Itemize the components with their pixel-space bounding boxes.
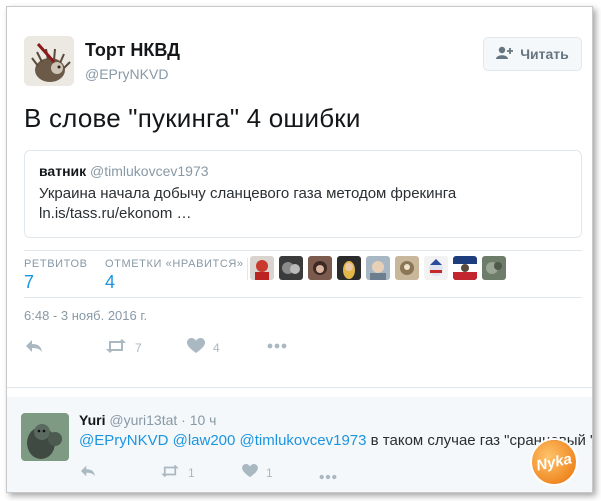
reply-tweet[interactable]: Yuri @yuri13tat · 10 ч @EPryNKVD @law200… <box>7 397 592 492</box>
reply-button[interactable] <box>79 464 97 481</box>
avatar[interactable] <box>395 256 419 280</box>
like-button[interactable]: 1 <box>242 464 273 481</box>
reply-text: @EPryNKVD @law200 @timlukovcev1973 в так… <box>79 432 592 449</box>
reply-author-name[interactable]: Yuri <box>79 412 105 428</box>
author-name[interactable]: Торт НКВД <box>85 40 180 61</box>
mention-link[interactable]: @timlukovcev1973 <box>240 432 367 449</box>
reply-author-handle[interactable]: @yuri13tat <box>109 412 177 428</box>
heart-icon <box>242 464 258 481</box>
more-icon <box>267 338 287 352</box>
reply-icon <box>24 338 44 357</box>
avatar[interactable] <box>250 256 274 280</box>
author-avatar[interactable] <box>24 36 74 86</box>
tweet-timestamp[interactable]: 6:48 - 3 нояб. 2016 г. <box>24 308 147 323</box>
stats-separator <box>247 258 248 280</box>
like-button[interactable]: 4 <box>187 338 220 357</box>
retweet-count: 7 <box>135 340 142 355</box>
likes-label: ОТМЕТКИ «НРАВИТСЯ» <box>105 258 244 270</box>
avatar[interactable] <box>482 256 506 280</box>
quoted-author-handle: @timlukovcev1973 <box>90 163 209 179</box>
divider <box>24 250 582 251</box>
avatar[interactable] <box>279 256 303 280</box>
more-button[interactable] <box>267 338 287 352</box>
like-count: 4 <box>213 340 220 355</box>
quoted-author-name: ватник <box>39 163 87 179</box>
retweet-button[interactable]: 7 <box>105 338 142 357</box>
avatar[interactable] <box>337 256 361 280</box>
reply-header: Yuri @yuri13tat · 10 ч <box>79 412 216 428</box>
retweets-count[interactable]: 7 <box>24 272 34 293</box>
avatar[interactable] <box>366 256 390 280</box>
quoted-tweet[interactable]: ватник @timlukovcev1973 Украина начала д… <box>24 150 582 238</box>
reply-icon <box>79 464 97 481</box>
reply-time[interactable]: · 10 ч <box>181 412 216 428</box>
retweet-icon <box>160 464 180 481</box>
author-handle[interactable]: @EPryNKVD <box>85 66 168 82</box>
like-count: 1 <box>266 465 273 480</box>
more-icon <box>319 469 337 483</box>
add-user-icon <box>496 46 514 63</box>
retweet-button[interactable]: 1 <box>160 464 195 481</box>
more-button[interactable] <box>319 469 337 483</box>
tweet-text: В слове "пукинга" 4 ошибки <box>24 103 361 133</box>
reply-author-avatar[interactable] <box>21 413 69 461</box>
likers-avatars <box>250 256 506 280</box>
follow-button[interactable]: Читать <box>483 37 582 71</box>
retweets-label: РЕТВИТОВ <box>24 258 88 270</box>
divider <box>24 297 582 298</box>
mention-link[interactable]: @EPryNKVD <box>79 432 168 449</box>
quoted-tweet-text: Украина начала добычу сланцевого газа ме… <box>39 185 457 222</box>
follow-button-label: Читать <box>520 46 569 62</box>
likes-count[interactable]: 4 <box>105 272 115 293</box>
reply-button[interactable] <box>24 338 44 357</box>
avatar[interactable] <box>424 256 448 280</box>
heart-icon <box>187 338 205 357</box>
retweet-icon <box>105 338 127 357</box>
mention-link[interactable]: @law200 <box>173 432 236 449</box>
quoted-tweet-header: ватник @timlukovcev1973 <box>39 163 209 179</box>
avatar[interactable] <box>453 256 477 280</box>
divider <box>7 387 592 388</box>
tweet-card: Торт НКВД @EPryNKVD Читать В слове "пуки… <box>6 6 593 493</box>
retweet-count: 1 <box>188 465 195 480</box>
avatar[interactable] <box>308 256 332 280</box>
